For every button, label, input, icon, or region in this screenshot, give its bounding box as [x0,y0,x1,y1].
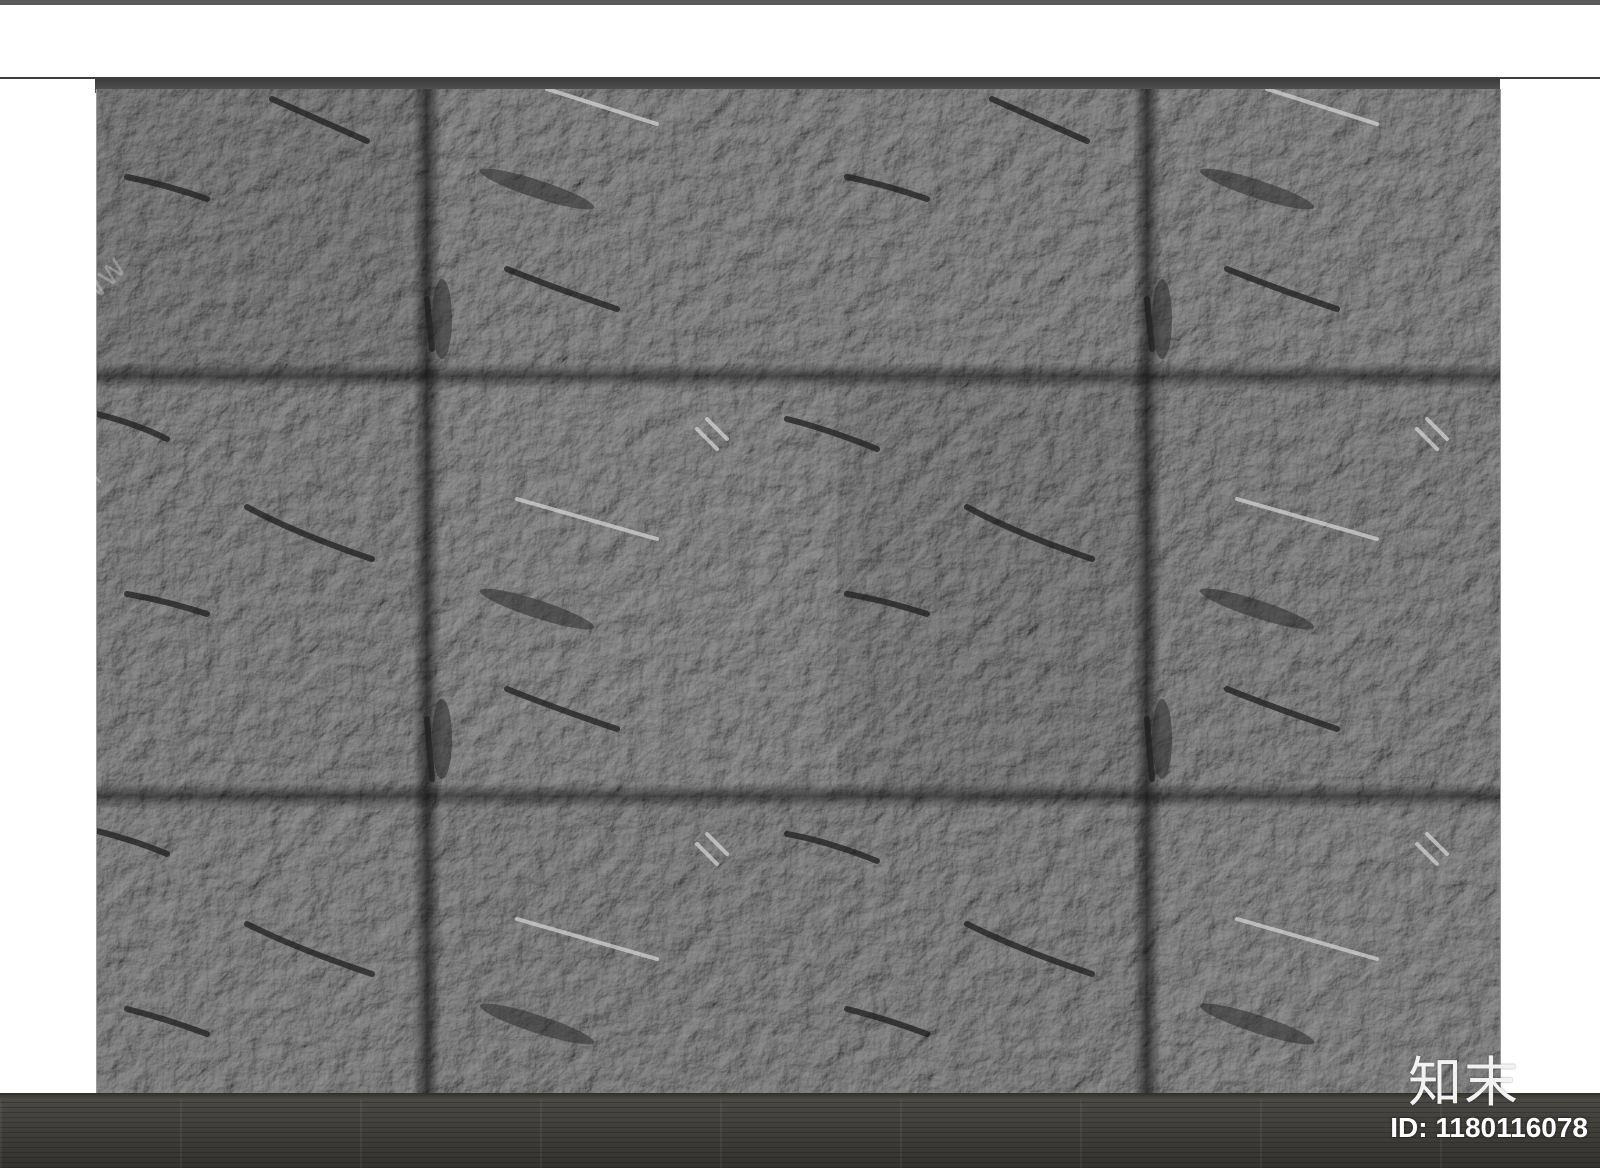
watermark-domain-right: znzmo.com [1494,817,1600,983]
stone-wall-render [96,89,1501,1093]
wood-floor [0,1100,1600,1168]
stone-texture-svg [97,89,1500,1093]
top-border [0,0,1600,5]
watermark-cn-right: 知末网www [1505,597,1600,757]
watermark-domain-left: znzmo.com [0,457,110,623]
asset-id-label: ID: 1180116078 [1390,1112,1588,1143]
brand-logo: 知末 [1408,1051,1520,1114]
